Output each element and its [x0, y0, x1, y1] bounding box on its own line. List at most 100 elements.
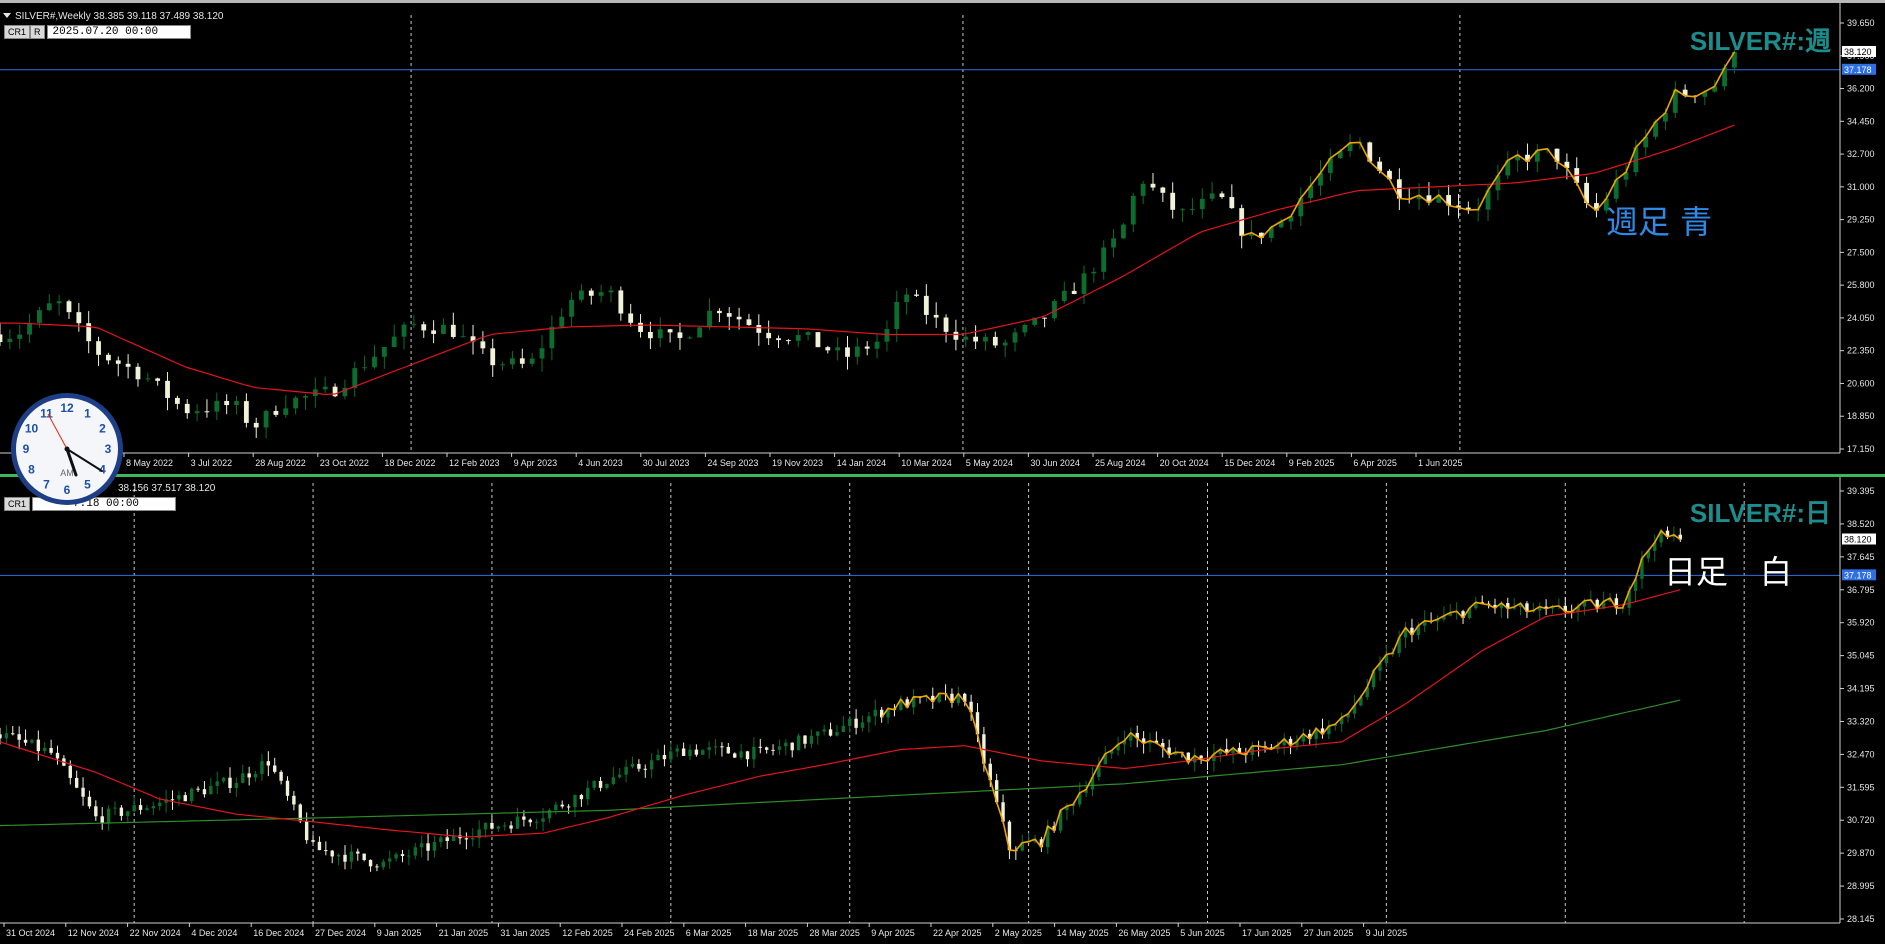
date-label: 23 Oct 2022 [320, 458, 369, 468]
candle-body [183, 795, 187, 802]
clock-widget[interactable]: 12 1234567891011 AM [8, 390, 126, 508]
candle-body [138, 805, 143, 810]
candle-body [860, 722, 865, 728]
date-label: 6 Mar 2025 [686, 928, 732, 938]
candle-body [1042, 317, 1047, 319]
weekly-chart-canvas[interactable]: 39.65037.90036.20034.45032.70031.00029.2… [0, 3, 1885, 472]
date-label: 30 Jun 2024 [1030, 458, 1080, 468]
price-label: 32.700 [1847, 149, 1875, 159]
date-label: 12 Feb 2025 [562, 928, 613, 938]
candle-body [343, 854, 347, 862]
candle-body [74, 777, 79, 788]
candle-body [500, 364, 505, 366]
candle-body [953, 331, 959, 340]
candle-body [194, 411, 200, 414]
candle-body [391, 336, 397, 347]
candle-body [914, 294, 919, 296]
candle-body [549, 326, 555, 349]
candle-body [867, 716, 871, 723]
candle-body [317, 841, 322, 851]
clock-number: 1 [84, 407, 91, 421]
candle-body [541, 818, 545, 822]
candle-body [701, 750, 705, 755]
candle-body [362, 853, 366, 860]
price-label: 28.995 [1847, 881, 1875, 891]
weekly-chart-pane[interactable]: 39.65037.90036.20034.45032.70031.00029.2… [0, 0, 1885, 472]
date-label: 22 Nov 2024 [130, 928, 181, 938]
candle-body [132, 805, 136, 812]
candle-body [547, 809, 552, 819]
datetime-input[interactable]: 2025.07.20 00:00 [46, 25, 191, 39]
candle-body [336, 854, 341, 857]
candle-body [1091, 271, 1097, 274]
cr1-button[interactable]: CR1 [4, 25, 31, 39]
candle-body [388, 858, 392, 862]
candle-body [707, 747, 711, 751]
candle-body [569, 299, 574, 317]
daily-chart-pane[interactable]: 39.395 38.520 37.645 36.795 35.920 35.045 34.1… [0, 474, 1885, 944]
candle-body [23, 739, 28, 743]
price-label: 28.145 [1847, 914, 1875, 924]
candle-body [151, 806, 156, 809]
candle-body [304, 821, 309, 841]
candle-body [460, 336, 466, 338]
candle-body [726, 313, 732, 317]
candle-body [209, 785, 213, 795]
candle-body [372, 356, 377, 368]
date-label: 9 Apr 2025 [871, 928, 915, 938]
daily-chart-canvas[interactable]: 39.395 38.520 37.645 36.795 35.920 35.045 34.1… [0, 477, 1885, 944]
candle-body [303, 396, 308, 398]
candle-body [56, 301, 62, 304]
price-label: 33.320 [1847, 716, 1875, 726]
candle-body [873, 709, 877, 717]
date-label: 10 Mar 2024 [901, 458, 952, 468]
candle-body [795, 335, 801, 341]
candle-body [739, 751, 743, 758]
candle-body [649, 760, 654, 770]
candle-body [904, 294, 910, 302]
candle-body [30, 739, 34, 743]
candle-body [784, 742, 788, 747]
candle-body [687, 337, 693, 339]
candle-body [1140, 183, 1146, 196]
candle-body [356, 851, 360, 854]
candle-body [202, 789, 207, 795]
candle-body [776, 338, 781, 341]
candle-body [815, 332, 821, 348]
candle-body [243, 401, 249, 423]
candle-body [1239, 208, 1245, 236]
candle-body [234, 782, 239, 788]
clock-number: 8 [28, 463, 35, 477]
candle-body [586, 787, 590, 800]
candle-body [76, 312, 82, 324]
date-label: 8 May 2022 [126, 458, 173, 468]
price-label: 24.050 [1847, 313, 1875, 323]
candle-body [113, 807, 117, 809]
price-label: 25.800 [1847, 280, 1875, 290]
r-button[interactable]: R [30, 25, 45, 39]
candle-body [809, 735, 814, 744]
candle-body [322, 386, 328, 390]
candle-body [234, 401, 239, 406]
clock-number: 10 [25, 422, 39, 436]
candle-body [618, 290, 624, 314]
candle-body [17, 334, 23, 339]
candle-body [480, 341, 486, 349]
clock-number: 3 [105, 442, 112, 456]
candle-body [496, 826, 501, 829]
price-label: 38.520 [1847, 519, 1875, 529]
candle-body [352, 368, 358, 388]
date-label: 18 Dec 2022 [384, 458, 435, 468]
candle-body [624, 766, 628, 775]
price-label: 36.795 [1847, 585, 1875, 595]
candle-body [196, 788, 200, 790]
candle-body [279, 771, 283, 781]
candle-body [43, 747, 47, 752]
collapse-triangle-icon[interactable] [3, 13, 11, 18]
candle-body [605, 783, 609, 788]
candle-body [785, 340, 791, 342]
clock-center [64, 446, 70, 452]
daily-symbol-title: SILVER#:日 [1689, 498, 1831, 528]
candle-body [736, 316, 742, 320]
date-label: 28 Aug 2022 [255, 458, 306, 468]
